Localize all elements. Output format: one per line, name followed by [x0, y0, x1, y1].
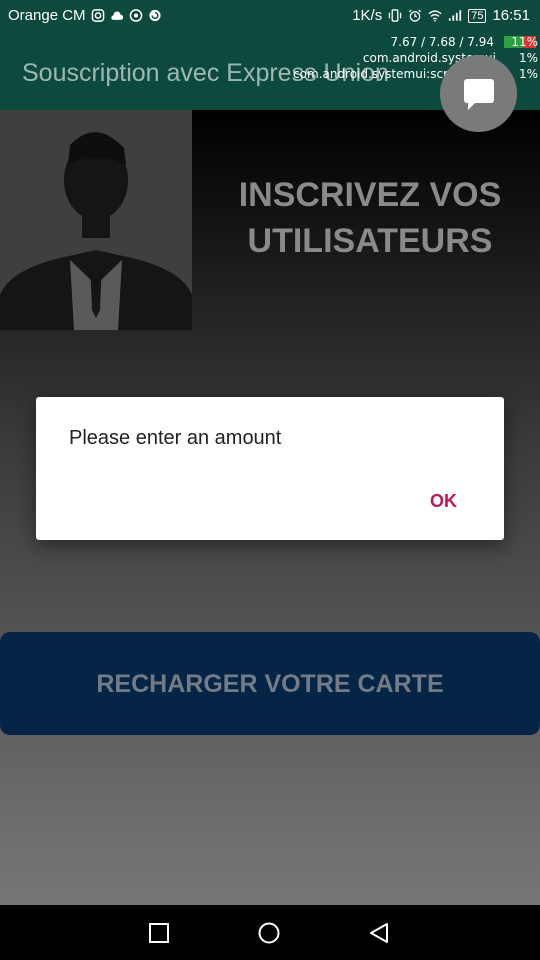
chat-icon: [464, 79, 494, 110]
instagram-icon: [91, 9, 104, 22]
net-speed: 1K/s: [352, 7, 383, 24]
load-percent: 11%: [511, 35, 538, 49]
cloud-icon: [110, 11, 123, 20]
navigation-bar: [0, 905, 540, 960]
ok-button[interactable]: OK: [430, 491, 457, 512]
sync-icon: [148, 9, 161, 22]
back-icon[interactable]: [368, 922, 390, 944]
signal-icon: [449, 10, 462, 21]
recharge-label: RECHARGER VOTRE CARTE: [96, 670, 444, 698]
status-bar: Orange CM 1K/s 75 16:51: [0, 0, 540, 33]
load-average: 7.67 / 7.68 / 7.94: [390, 35, 495, 49]
clock: 16:51: [492, 7, 530, 24]
process-percent: 1%: [518, 67, 538, 81]
home-icon[interactable]: [258, 922, 280, 944]
battery-icon: 75: [468, 8, 487, 23]
hero-line: UTILISATEURS: [247, 222, 493, 260]
chrome-icon: [129, 9, 142, 22]
hero-heading: INSCRIVEZ VOS UTILISATEURS: [205, 172, 535, 264]
process-percent: 1%: [518, 51, 538, 65]
vibrate-icon: [388, 9, 402, 22]
dialog-message: Please enter an amount: [69, 427, 282, 449]
avatar-image: [0, 110, 192, 330]
alert-dialog: Please enter an amount OK: [36, 397, 504, 540]
person-silhouette-icon: [0, 110, 192, 330]
alarm-icon: [409, 9, 422, 22]
chat-head-button[interactable]: [440, 55, 517, 132]
carrier-label: Orange CM: [8, 7, 86, 24]
hero-line: INSCRIVEZ VOS: [238, 176, 502, 214]
wifi-icon: [428, 10, 442, 22]
recharge-card-button[interactable]: RECHARGER VOTRE CARTE: [0, 632, 540, 735]
recent-apps-icon[interactable]: [148, 922, 170, 944]
